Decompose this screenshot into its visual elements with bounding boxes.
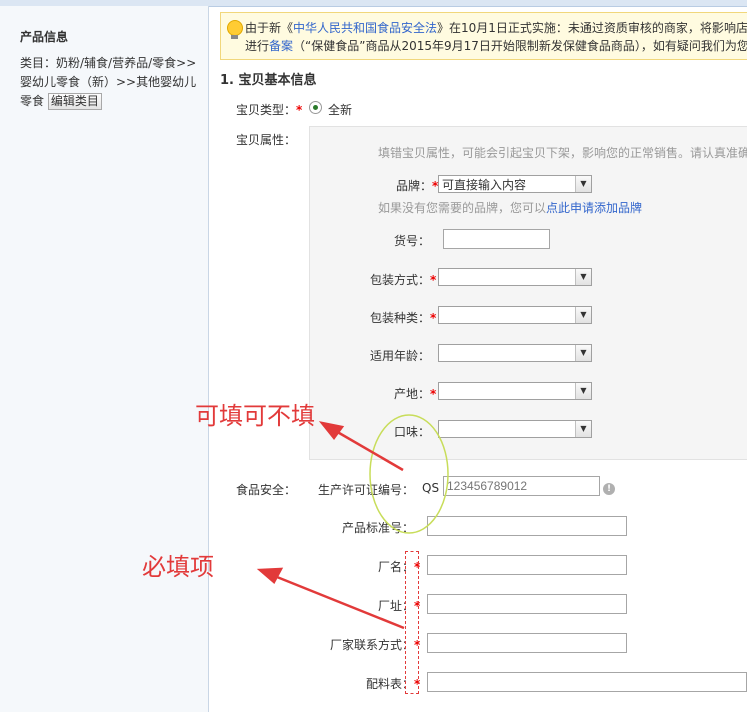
highlight-ellipse bbox=[369, 414, 449, 534]
annotation-overlay bbox=[256, 414, 449, 630]
arrow-optional bbox=[318, 421, 404, 472]
arrow-required bbox=[256, 567, 405, 630]
annotation-optional: 可填可不填 bbox=[195, 402, 315, 430]
annotation-required: 必填项 bbox=[142, 553, 214, 581]
